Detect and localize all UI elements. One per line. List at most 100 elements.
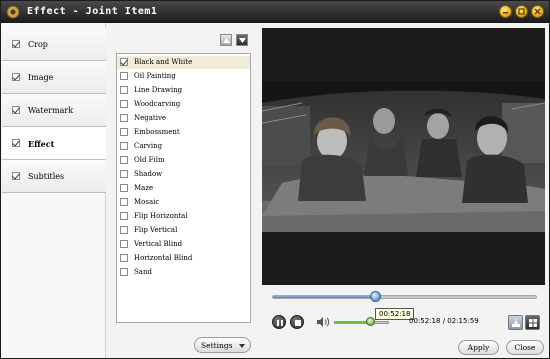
snapshot-folder-button[interactable] bbox=[525, 315, 540, 330]
list-item-horizontal-blind[interactable]: Horizontal Blind bbox=[117, 252, 250, 265]
minimize-icon[interactable] bbox=[499, 5, 512, 18]
sidebar-item-label: Image bbox=[28, 73, 54, 82]
time-separator: / bbox=[442, 317, 446, 325]
list-item-flip-horizontal[interactable]: Flip Horizontal bbox=[117, 210, 250, 223]
effect-item-label: Line Drawing bbox=[134, 86, 183, 94]
effect-item-checkbox[interactable] bbox=[120, 254, 128, 262]
total-time: 02:15:59 bbox=[447, 317, 479, 325]
effect-item-checkbox[interactable] bbox=[120, 86, 128, 94]
close-icon[interactable] bbox=[531, 5, 544, 18]
effect-item-checkbox[interactable] bbox=[120, 156, 128, 164]
effect-item-checkbox[interactable] bbox=[120, 72, 128, 80]
list-item-woodcarving[interactable]: Woodcarving bbox=[117, 98, 250, 111]
list-item-carving[interactable]: Carving bbox=[117, 140, 250, 153]
effect-item-checkbox[interactable] bbox=[120, 240, 128, 248]
effect-item-label: Embossment bbox=[134, 128, 180, 136]
seek-bar[interactable] bbox=[272, 295, 537, 299]
sidebar-item-image[interactable]: Image bbox=[2, 61, 106, 94]
effect-item-label: Flip Horizontal bbox=[134, 212, 188, 220]
effect-item-label: Sand bbox=[134, 268, 152, 276]
effect-item-checkbox[interactable] bbox=[120, 184, 128, 192]
list-item-maze[interactable]: Maze bbox=[117, 182, 250, 195]
video-preview bbox=[262, 28, 545, 285]
pause-button[interactable] bbox=[272, 315, 286, 329]
arrow-down-icon bbox=[239, 38, 246, 43]
effect-item-checkbox[interactable] bbox=[120, 170, 128, 178]
sidebar-item-watermark[interactable]: Watermark bbox=[2, 94, 106, 127]
stop-icon bbox=[295, 320, 301, 326]
list-item-old-film[interactable]: Old Film bbox=[117, 154, 250, 167]
sidebar-item-label: Subtitles bbox=[28, 172, 65, 181]
effect-item-checkbox[interactable] bbox=[120, 128, 128, 136]
sidebar-item-crop[interactable]: Crop bbox=[2, 28, 106, 61]
list-item-shadow[interactable]: Shadow bbox=[117, 168, 250, 181]
effect-item-label: Carving bbox=[134, 142, 163, 150]
window-title: Effect - Joint Item1 bbox=[27, 6, 158, 17]
effect-item-label: Negative bbox=[134, 114, 167, 122]
stop-button[interactable] bbox=[290, 315, 304, 329]
effects-panel: Black and White Oil Painting Line Drawin… bbox=[107, 23, 257, 358]
sidebar-item-label: Effect bbox=[28, 139, 55, 149]
effect-item-checkbox[interactable] bbox=[120, 268, 128, 276]
snapshot-icon bbox=[512, 319, 520, 327]
sidebar-item-label: Crop bbox=[28, 40, 48, 49]
volume-handle[interactable] bbox=[366, 317, 375, 326]
effect-item-label: Shadow bbox=[134, 170, 163, 178]
effect-item-label: Black and White bbox=[134, 58, 193, 66]
effect-item-checkbox[interactable] bbox=[120, 142, 128, 150]
effect-item-checkbox[interactable] bbox=[120, 114, 128, 122]
apply-button[interactable]: Apply bbox=[458, 340, 499, 355]
move-down-button[interactable] bbox=[236, 34, 248, 46]
effect-item-label: Vertical Blind bbox=[134, 240, 183, 248]
effect-window: Effect - Joint Item1 Crop Image Watermar… bbox=[0, 0, 550, 359]
effect-item-checkbox[interactable] bbox=[120, 212, 128, 220]
list-item-line-drawing[interactable]: Line Drawing bbox=[117, 84, 250, 97]
maximize-icon[interactable] bbox=[515, 5, 528, 18]
list-item-sand[interactable]: Sand bbox=[117, 266, 250, 279]
arrow-up-icon bbox=[223, 38, 230, 43]
crop-checkbox[interactable] bbox=[12, 40, 20, 48]
pause-icon bbox=[277, 320, 283, 326]
player-controls: 00:52:18 00:52:18 / 02:15:59 Apply Close bbox=[262, 285, 545, 358]
list-item-negative[interactable]: Negative bbox=[117, 112, 250, 125]
close-button[interactable]: Close bbox=[506, 340, 544, 355]
sidebar-item-label: Watermark bbox=[28, 106, 74, 115]
effect-item-label: Horizontal Blind bbox=[134, 254, 193, 262]
effect-item-checkbox[interactable] bbox=[120, 226, 128, 234]
effect-item-checkbox[interactable] bbox=[120, 100, 128, 108]
seek-handle[interactable] bbox=[370, 291, 381, 302]
effect-item-label: Maze bbox=[134, 184, 154, 192]
current-time: 00:52:18 bbox=[409, 317, 441, 325]
list-item-flip-vertical[interactable]: Flip Vertical bbox=[117, 224, 250, 237]
seek-bar-fill bbox=[273, 296, 376, 298]
effect-item-label: Oil Painting bbox=[134, 72, 176, 80]
list-item-black-and-white[interactable]: Black and White bbox=[117, 56, 250, 69]
speaker-icon[interactable] bbox=[316, 316, 330, 330]
watermark-checkbox[interactable] bbox=[12, 106, 20, 114]
sidebar: Crop Image Watermark Effect Subtitles bbox=[2, 23, 106, 358]
snapshot-button[interactable] bbox=[508, 315, 523, 330]
app-logo-icon bbox=[6, 5, 20, 19]
effect-item-label: Old Film bbox=[134, 156, 165, 164]
title-bar: Effect - Joint Item1 bbox=[1, 1, 549, 23]
effect-checkbox[interactable] bbox=[12, 139, 20, 147]
time-display: 00:52:18 / 02:15:59 bbox=[409, 317, 479, 325]
list-item-vertical-blind[interactable]: Vertical Blind bbox=[117, 238, 250, 251]
chevron-down-icon bbox=[239, 344, 245, 348]
subtitles-checkbox[interactable] bbox=[12, 172, 20, 180]
image-checkbox[interactable] bbox=[12, 73, 20, 81]
sidebar-item-subtitles[interactable]: Subtitles bbox=[2, 160, 106, 193]
list-item-mosaic[interactable]: Mosaic bbox=[117, 196, 250, 209]
list-item-embossment[interactable]: Embossment bbox=[117, 126, 250, 139]
effect-item-label: Woodcarving bbox=[134, 100, 181, 108]
video-frame bbox=[262, 81, 545, 232]
folder-grid-icon bbox=[529, 319, 537, 327]
list-item-oil-painting[interactable]: Oil Painting bbox=[117, 70, 250, 83]
effect-item-checkbox[interactable] bbox=[120, 58, 128, 66]
effect-item-checkbox[interactable] bbox=[120, 198, 128, 206]
sidebar-item-effect[interactable]: Effect bbox=[2, 127, 106, 160]
settings-button[interactable]: Settings bbox=[194, 337, 251, 353]
move-up-button[interactable] bbox=[220, 34, 232, 46]
volume-slider[interactable] bbox=[334, 321, 389, 324]
settings-label: Settings bbox=[201, 341, 233, 350]
